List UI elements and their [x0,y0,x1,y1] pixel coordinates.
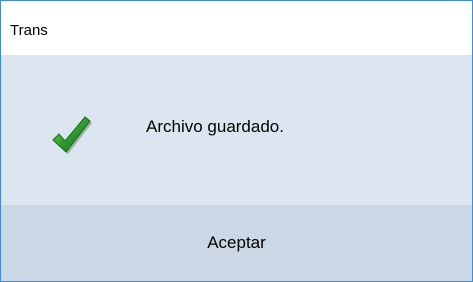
checkmark-icon [45,107,95,157]
dialog-window: Trans Archivo guardado. Aceptar [0,0,473,282]
dialog-footer: Aceptar [1,205,472,281]
dialog-message: Archivo guardado. [146,117,284,136]
window-title: Trans [10,22,48,39]
title-bar: Trans [1,1,472,55]
dialog-body: Archivo guardado. [1,55,472,205]
accept-button[interactable]: Aceptar [1,205,472,281]
